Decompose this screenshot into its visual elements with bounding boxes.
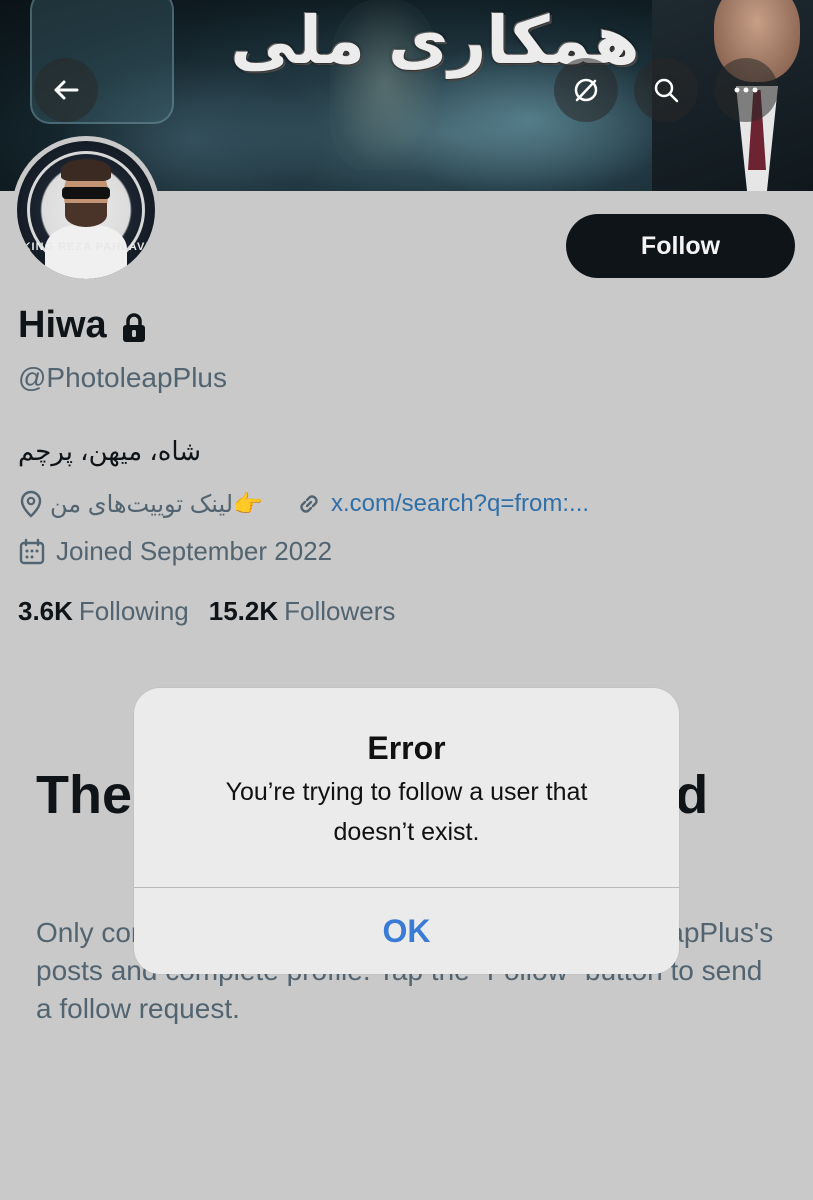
avatar-image: KING REZA PAHLAVI xyxy=(17,141,155,279)
followers-stat[interactable]: 15.2K Followers xyxy=(209,596,396,627)
following-stat[interactable]: 3.6K Following xyxy=(18,596,189,627)
avatar-glasses xyxy=(62,187,110,199)
website-item[interactable]: x.com/search?q=from:... xyxy=(295,490,589,518)
location-item: 👉لینک توییت‌های من xyxy=(18,490,263,519)
search-icon xyxy=(654,78,679,103)
profile-avatar[interactable]: KING REZA PAHLAVI xyxy=(12,136,160,284)
profile-meta: 👉لینک توییت‌های من x.com/search?q=from:.… xyxy=(18,484,589,524)
website-link[interactable]: x.com/search?q=from:... xyxy=(331,490,589,518)
followers-label: Followers xyxy=(284,596,396,626)
more-icon xyxy=(734,87,758,93)
following-label: Following xyxy=(78,596,189,626)
followers-count: 15.2K xyxy=(208,596,279,626)
back-button[interactable] xyxy=(34,58,98,122)
alert-message: You’re trying to follow a user that does… xyxy=(225,778,588,846)
joined-row: Joined September 2022 xyxy=(18,536,332,567)
profile-handle: @PhotoleapPlus xyxy=(18,362,228,393)
back-arrow-icon xyxy=(54,80,79,100)
avatar-hair xyxy=(61,159,111,181)
link-icon xyxy=(300,495,318,513)
ok-button[interactable]: OK xyxy=(134,888,679,974)
avatar-text: KING REZA PAHLAVI xyxy=(22,241,150,253)
lock-icon xyxy=(122,312,145,342)
joined-text: Joined September 2022 xyxy=(56,536,333,566)
profile-name: Hiwa xyxy=(18,304,107,346)
location-pin-icon xyxy=(20,490,42,518)
grok-icon xyxy=(574,78,598,102)
grok-button[interactable] xyxy=(554,58,618,122)
following-count: 3.6K xyxy=(18,596,73,626)
follow-button[interactable]: Follow xyxy=(566,214,795,278)
location-text: 👉لینک توییت‌های من xyxy=(50,490,263,518)
search-button[interactable] xyxy=(634,58,698,122)
profile-name-row: Hiwa xyxy=(18,304,147,347)
calendar-icon xyxy=(19,538,45,564)
error-alert-dialog: Error You’re trying to follow a user tha… xyxy=(134,688,679,974)
avatar-beard xyxy=(65,203,107,227)
follow-stats: 3.6K Following 15.2K Followers xyxy=(18,596,395,627)
profile-bio: شاه، میهن، پرچم xyxy=(18,436,202,466)
more-button[interactable] xyxy=(714,58,778,122)
alert-title: Error xyxy=(367,730,446,766)
